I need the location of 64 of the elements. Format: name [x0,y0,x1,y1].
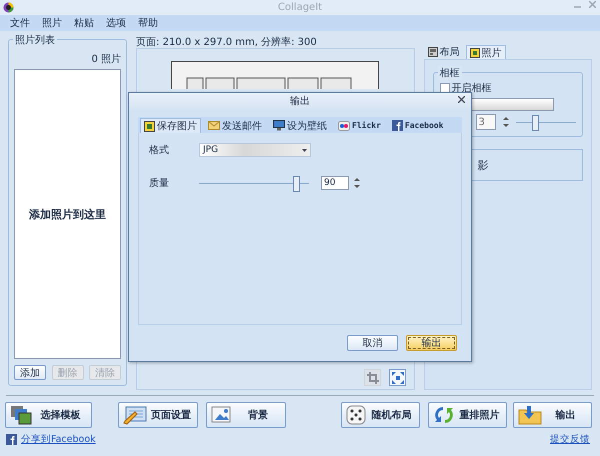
export-button[interactable]: 输出 [513,402,592,428]
picture-frame-icon [144,120,155,132]
close-icon[interactable] [458,96,465,103]
two-dots-icon [338,120,350,130]
frame-width-field[interactable]: 3 [476,114,496,130]
picture-card-icon [211,405,233,425]
dialog-tab[interactable]: 设为壁纸 [269,118,331,133]
add-button[interactable]: 添加 [14,365,46,380]
menu-item[interactable]: 文件 [10,16,30,30]
panel-title: 照片列表 [13,33,57,47]
feedback-link[interactable]: 提交反馈 [550,433,590,446]
drop-hint: 添加照片到这里 [29,206,106,222]
group-title: 相框 [438,66,462,80]
checkbox[interactable] [440,83,450,93]
dialog-tab[interactable]: 保存图片 [140,118,201,133]
export-button[interactable]: 输出 [406,335,457,351]
page-info: 页面: 210.0 x 297.0 mm, 分辨率: 300 [136,36,318,47]
quality-label: 质量 [149,176,170,190]
spin-arrows-icon[interactable] [353,175,361,191]
facebook-icon [6,434,17,445]
monitor-icon [273,120,285,131]
expand-arrows-icon [392,372,404,384]
quality-field[interactable]: 90 [321,176,349,190]
layout-icon [428,47,438,57]
dialog-tab[interactable]: Flickr [334,118,385,133]
dialog-title: 输出 [290,94,310,108]
template-button[interactable]: 选择模板 [5,402,92,428]
app-logo-icon [3,2,14,13]
quality-slider-thumb[interactable] [292,176,300,192]
menu-item[interactable]: 粘贴 [74,16,94,30]
facebook-icon [392,120,403,131]
picture-frame-icon [470,48,480,58]
panel-tab[interactable]: 布局 [424,45,464,59]
envelope-icon [208,121,220,130]
frame-checkbox[interactable]: 开启相框 [440,81,576,95]
spin-arrows-icon[interactable] [502,114,510,130]
frame-width-slider-thumb[interactable] [532,114,540,130]
dialog-tab[interactable]: 发送邮件 [204,118,266,133]
page-button[interactable]: 页面设置 [118,402,198,428]
folder-arrow-icon [518,405,542,425]
share-link[interactable]: 分享到Facebook [21,433,96,446]
crop-icon [366,372,379,384]
photo-list[interactable]: 添加照片到这里 [14,69,122,359]
refresh-arrows-icon [433,405,455,425]
random-button[interactable]: 随机布局 [341,402,420,428]
menu-item[interactable]: 照片 [42,16,62,30]
page-pencil-icon [123,405,147,425]
shadow-label: 影 [478,158,489,172]
checkbox-label: 开启相框 [452,82,492,95]
menu-item[interactable]: 选项 [106,16,126,30]
dialog-tab[interactable]: Facebook [388,118,448,133]
background-button[interactable]: 背景 [206,402,286,428]
stacked-pictures-icon [10,405,32,425]
menu-item[interactable]: 帮助 [138,16,158,30]
dropdown-arrow-icon [302,148,307,152]
format-label: 格式 [149,144,170,157]
panel-tab[interactable]: 照片 [466,45,506,59]
fit-button[interactable] [389,369,406,386]
shuffle-button[interactable]: 重排照片 [428,402,507,428]
window-title: CollageIt [278,2,322,13]
format-dropdown[interactable]: JPG [199,143,311,157]
dice-icon [346,405,366,425]
photo-count: 0 照片 [91,52,122,66]
cancel-button[interactable]: 取消 [347,335,398,351]
